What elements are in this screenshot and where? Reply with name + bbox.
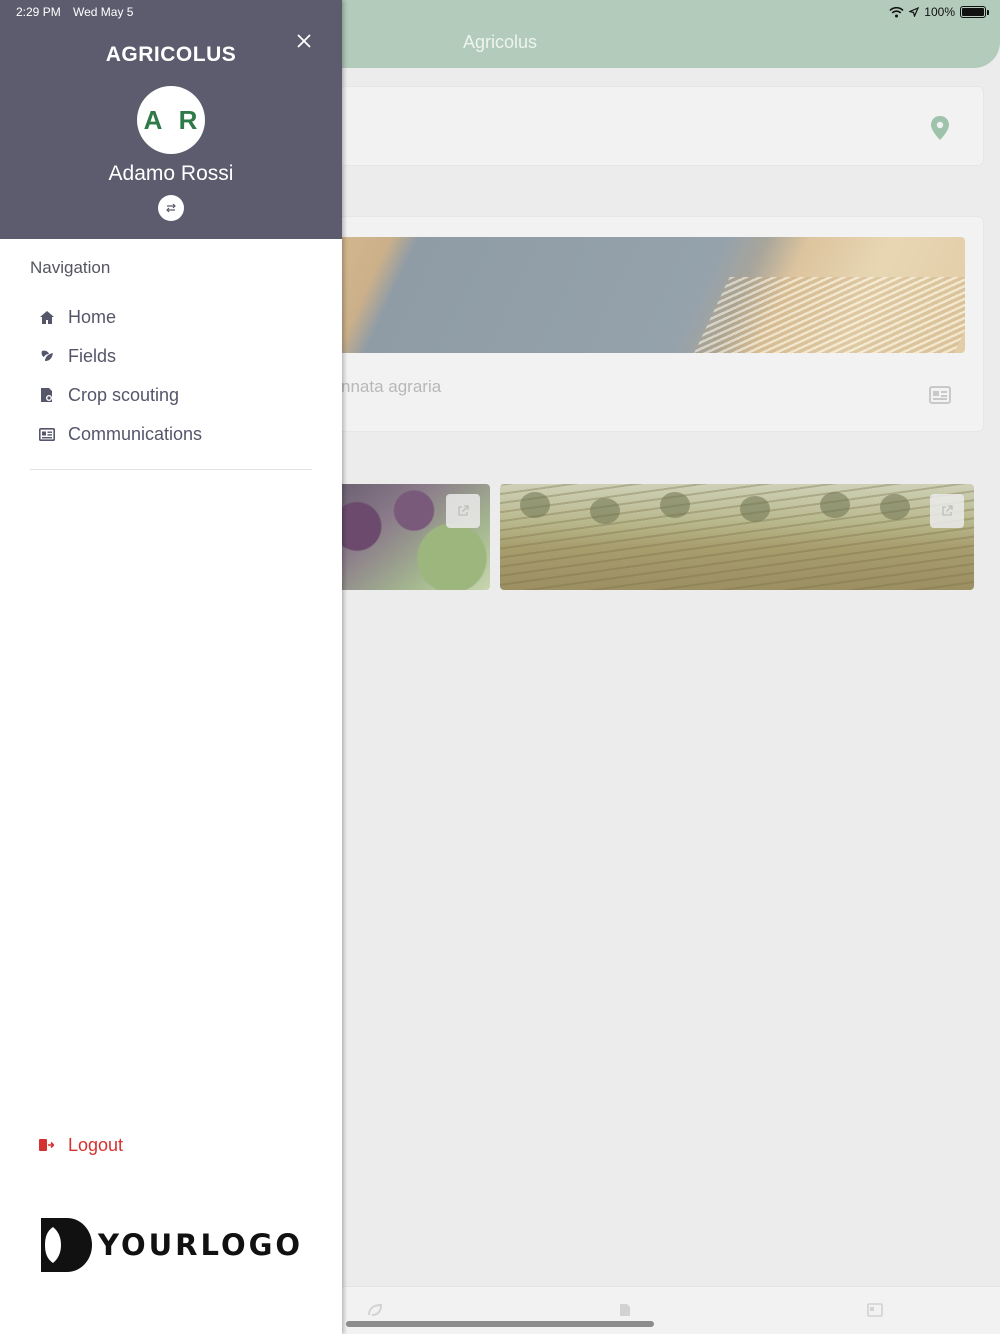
status-date: Wed May 5 xyxy=(73,5,134,19)
external-link-icon xyxy=(458,505,469,516)
nav-item-home[interactable]: Home xyxy=(38,303,318,331)
home-icon xyxy=(40,310,54,324)
nav-divider xyxy=(30,469,312,470)
switch-account-button[interactable] xyxy=(158,195,184,221)
location-card[interactable] xyxy=(300,86,984,166)
external-link-icon xyxy=(942,505,953,516)
wifi-icon xyxy=(889,6,904,17)
location-arrow-icon xyxy=(909,7,920,17)
swap-icon xyxy=(166,203,176,213)
company-logo: YOURLOGO xyxy=(40,1217,303,1273)
nav-heading: Navigation xyxy=(30,258,111,277)
scouting-icon xyxy=(41,388,52,402)
newspaper-icon xyxy=(929,386,951,404)
external-link-button[interactable] xyxy=(446,494,480,528)
nav-item-label: Crop scouting xyxy=(68,384,180,405)
map-pin-icon xyxy=(931,116,949,140)
nav-item-label: Home xyxy=(68,306,117,327)
logout-icon xyxy=(39,1139,54,1151)
promo-tile-orchard[interactable] xyxy=(500,484,974,590)
nav-item-label: Fields xyxy=(68,345,117,366)
home-indicator xyxy=(346,1321,654,1327)
logo-text: YOURLOGO xyxy=(98,1228,304,1262)
battery-icon xyxy=(960,6,989,18)
status-bar: 2:29 PM Wed May 5 100% xyxy=(0,0,1000,24)
avatar: A R xyxy=(137,86,205,154)
tab-fields-icon[interactable] xyxy=(367,1303,383,1317)
logout-button[interactable]: Logout xyxy=(38,1131,123,1159)
status-indicators: 100% xyxy=(889,4,989,20)
leaf-icon xyxy=(41,350,53,361)
status-time: 2:29 PM xyxy=(16,5,61,19)
news-card[interactable]: nnata agraria xyxy=(300,216,984,432)
brand-title: AGRICOLUS xyxy=(105,43,237,66)
nav-item-label: Communications xyxy=(68,423,203,444)
news-caption: nnata agraria xyxy=(341,377,442,396)
tab-scouting-icon[interactable] xyxy=(617,1303,633,1317)
newspaper-icon xyxy=(39,427,55,441)
close-icon[interactable] xyxy=(292,29,316,53)
user-name: Adamo Rossi xyxy=(108,162,234,185)
news-image xyxy=(321,237,965,353)
nav-item-communications[interactable]: Communications xyxy=(38,420,318,448)
drawer-header: AGRICOLUS A R Adamo Rossi xyxy=(0,0,342,239)
external-link-button[interactable] xyxy=(930,494,964,528)
navigation-drawer: AGRICOLUS A R Adamo Rossi Navigation Hom… xyxy=(0,0,342,1334)
logout-label: Logout xyxy=(68,1134,124,1155)
nav-item-fields[interactable]: Fields xyxy=(38,342,318,370)
tab-communications-icon[interactable] xyxy=(867,1303,883,1317)
battery-percent: 100% xyxy=(924,5,955,19)
logo-mark-icon xyxy=(41,1218,92,1272)
nav-item-crop-scouting[interactable]: Crop scouting xyxy=(38,381,318,409)
